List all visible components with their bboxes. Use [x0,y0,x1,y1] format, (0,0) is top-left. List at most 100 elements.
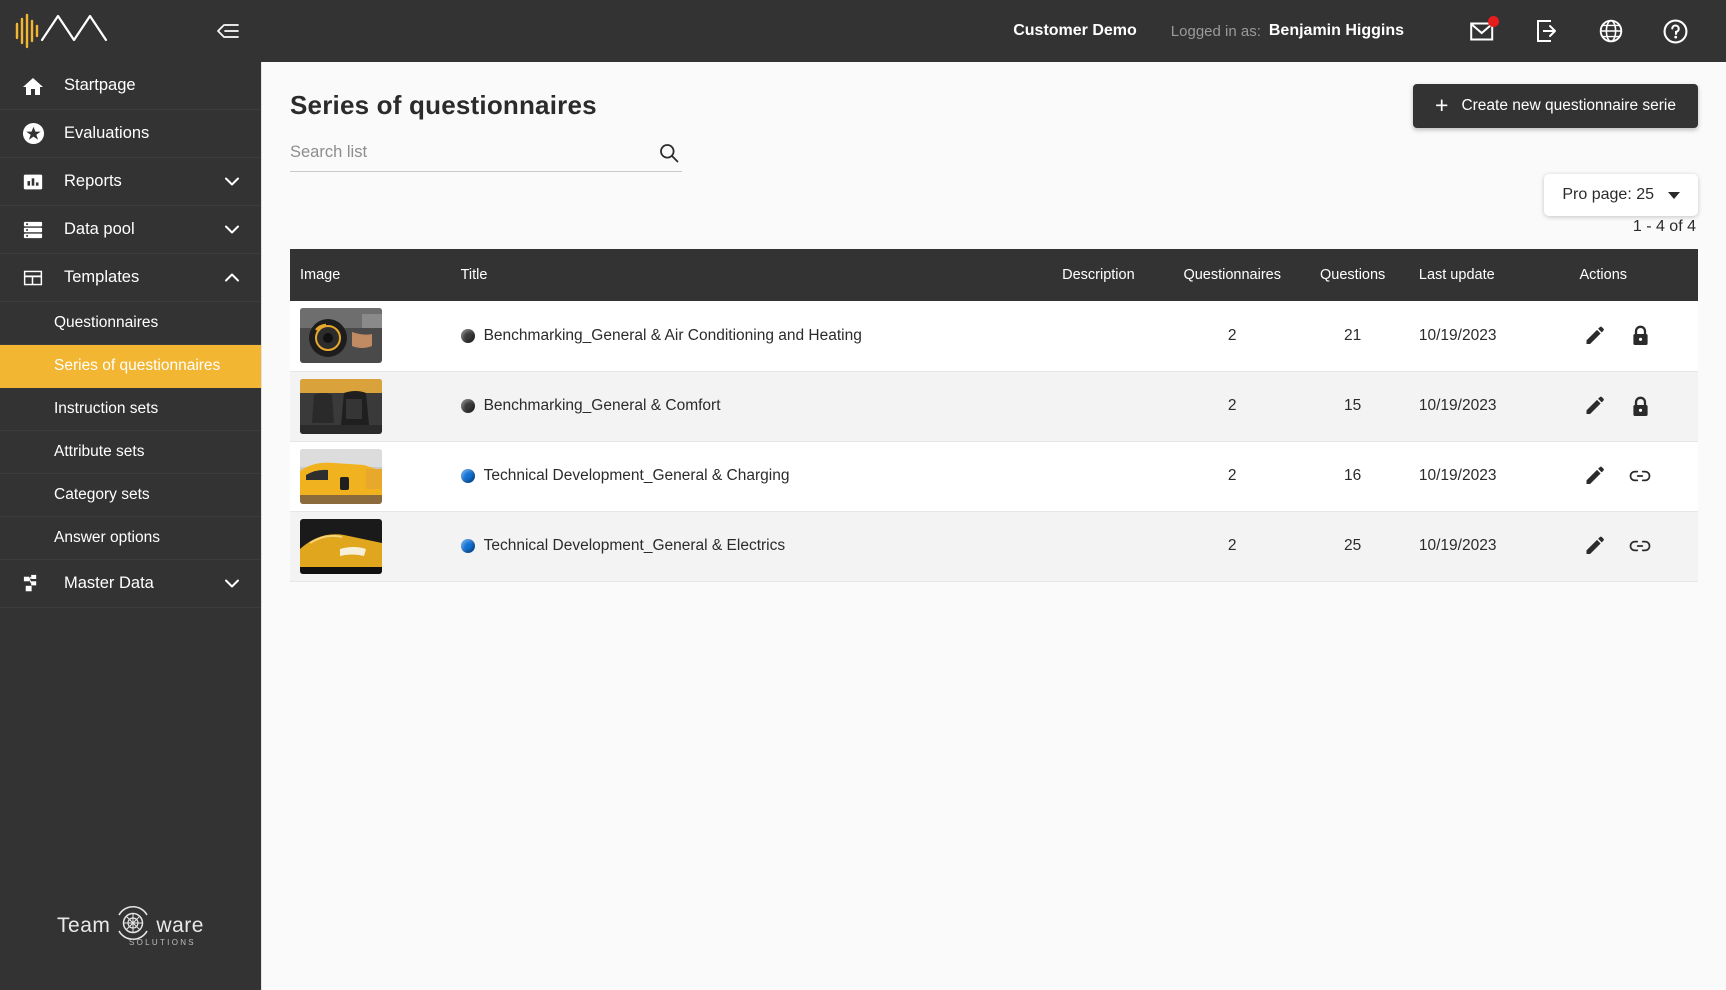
brand-logo-icon[interactable] [14,8,122,54]
main-area: Customer Demo Logged in as: Benjamin Hig… [261,0,1726,990]
lock-icon[interactable] [1629,395,1651,417]
edit-icon[interactable] [1583,535,1605,557]
sidebar-item-evaluations[interactable]: Evaluations [0,110,261,158]
create-new-questionnaire-serie-button[interactable]: + Create new questionnaire serie [1413,84,1698,128]
sidebar-subitem-attribute-sets[interactable]: Attribute sets [0,431,261,474]
hierarchy-icon [20,573,46,595]
mail-icon[interactable] [1466,14,1500,48]
per-page-dropdown[interactable]: Pro page: 25 [1544,174,1698,216]
plus-icon: + [1435,91,1449,118]
row-description [1029,371,1168,441]
sidebar-footer: Team ware SOLUTIONS [0,903,261,948]
logo-subtitle: SOLUTIONS [129,938,196,947]
chevron-down-icon[interactable] [225,577,239,591]
chevron-down-icon[interactable] [225,175,239,189]
chevron-down-icon[interactable] [225,223,239,237]
column-header-questionnaires[interactable]: Questionnaires [1167,249,1297,301]
row-questionnaires: 2 [1227,467,1237,484]
logged-in-user: Benjamin Higgins [1268,22,1404,39]
table-row[interactable]: Benchmarking_General & Air Conditioning … [290,301,1698,371]
search-input[interactable] [290,143,630,162]
column-header-questions[interactable]: Questions [1296,249,1409,301]
status-dot [460,328,475,343]
yellow-car-charging-photo [300,448,382,504]
row-last-update: 10/19/2023 [1418,467,1497,484]
collapse-sidebar-icon[interactable] [215,18,241,44]
edit-icon[interactable] [1583,325,1605,347]
lock-icon[interactable] [1629,325,1651,347]
row-description [1029,301,1168,371]
link-icon[interactable] [1629,535,1651,557]
logout-icon[interactable] [1530,14,1564,48]
globe-icon[interactable] [1594,14,1628,48]
content-area: Series of questionnaires + Create new qu… [261,62,1726,990]
sidebar-subitem-label: Instruction sets [54,400,159,417]
sidebar-header [0,0,261,62]
table-row[interactable]: Benchmarking_General & Comfort 2 15 10/1… [290,371,1698,441]
row-title-cell: Technical Development_General & Charging [451,441,1029,511]
row-image-cell [290,301,451,371]
table-row[interactable]: Technical Development_General & Charging… [290,441,1698,511]
sidebar-subitem-label: Questionnaires [54,314,159,331]
sidebar-subitem-answer-options[interactable]: Answer options [0,517,261,560]
top-header: Customer Demo Logged in as: Benjamin Hig… [261,0,1726,62]
row-questions: 16 [1344,467,1362,484]
status-dot [460,539,475,553]
sidebar-item-label: Templates [64,268,140,286]
row-title: Technical Development_General & Electric… [483,537,786,554]
sidebar-item-reports[interactable]: Reports [0,158,261,206]
layout-icon [20,267,46,289]
search-bar [290,143,682,172]
column-header-image[interactable]: Image [290,249,451,301]
yellow-car-headlight-photo [300,518,382,574]
sidebar-item-data-pool[interactable]: Data pool [0,206,261,254]
sidebar-subitem-questionnaires[interactable]: Questionnaires [0,302,261,345]
row-image-cell [290,371,451,441]
column-header-last-update[interactable]: Last update [1408,249,1570,301]
result-count: 1 - 4 of 4 [1632,218,1696,235]
help-icon[interactable] [1658,14,1692,48]
edit-icon[interactable] [1583,395,1605,417]
sidebar-subitem-instruction-sets[interactable]: Instruction sets [0,388,261,431]
row-image-cell [290,441,451,511]
sidebar-subitem-label: Attribute sets [54,443,145,460]
edit-icon[interactable] [1583,465,1605,487]
column-header-title[interactable]: Title [450,249,1029,301]
row-image-cell [290,511,451,581]
row-questions: 25 [1344,537,1362,554]
row-questionnaires: 2 [1227,397,1237,414]
row-title: Benchmarking_General & Air Conditioning … [483,326,862,344]
sidebar-item-master-data[interactable]: Master Data [0,560,261,608]
sidebar-item-label: Evaluations [64,124,150,142]
column-header-description[interactable]: Description [1028,249,1168,301]
sidebar-item-templates[interactable]: Templates [0,254,261,302]
table-header: Image Title Description Questionnaires Q… [290,249,1698,301]
row-title-cell: Technical Development_General & Electric… [451,511,1029,581]
sidebar-item-label: Startpage [64,76,136,94]
row-last-update: 10/19/2023 [1418,537,1497,554]
search-icon[interactable] [658,142,680,169]
sidebar-subitem-series-of-questionnaires[interactable]: Series of questionnaires [0,345,261,388]
logo-word-right: ware [156,913,204,937]
row-questionnaires: 2 [1227,537,1237,554]
sidebar: Startpage Evaluations Reports Data pool … [0,0,261,990]
row-description [1029,441,1168,511]
row-actions-cell [1569,511,1698,581]
table-row[interactable]: Technical Development_General & Electric… [290,511,1698,581]
status-dot [460,399,475,413]
row-last-update: 10/19/2023 [1418,326,1497,344]
sidebar-subitem-category-sets[interactable]: Category sets [0,474,261,517]
bar-chart-icon [20,171,46,193]
teamware-solutions-logo: Team ware SOLUTIONS [57,903,204,948]
logo-word-left: Team [57,913,111,937]
database-icon [20,219,46,241]
star-icon [20,122,46,145]
chevron-up-icon[interactable] [225,271,239,285]
link-icon[interactable] [1629,465,1651,487]
row-title: Technical Development_General & Charging [483,467,790,484]
row-title-cell: Benchmarking_General & Comfort [451,371,1029,441]
sidebar-item-startpage[interactable]: Startpage [0,62,261,110]
column-header-actions: Actions [1569,249,1698,301]
customer-name: Customer Demo [1013,22,1137,39]
sidebar-subitem-label: Answer options [54,529,160,546]
